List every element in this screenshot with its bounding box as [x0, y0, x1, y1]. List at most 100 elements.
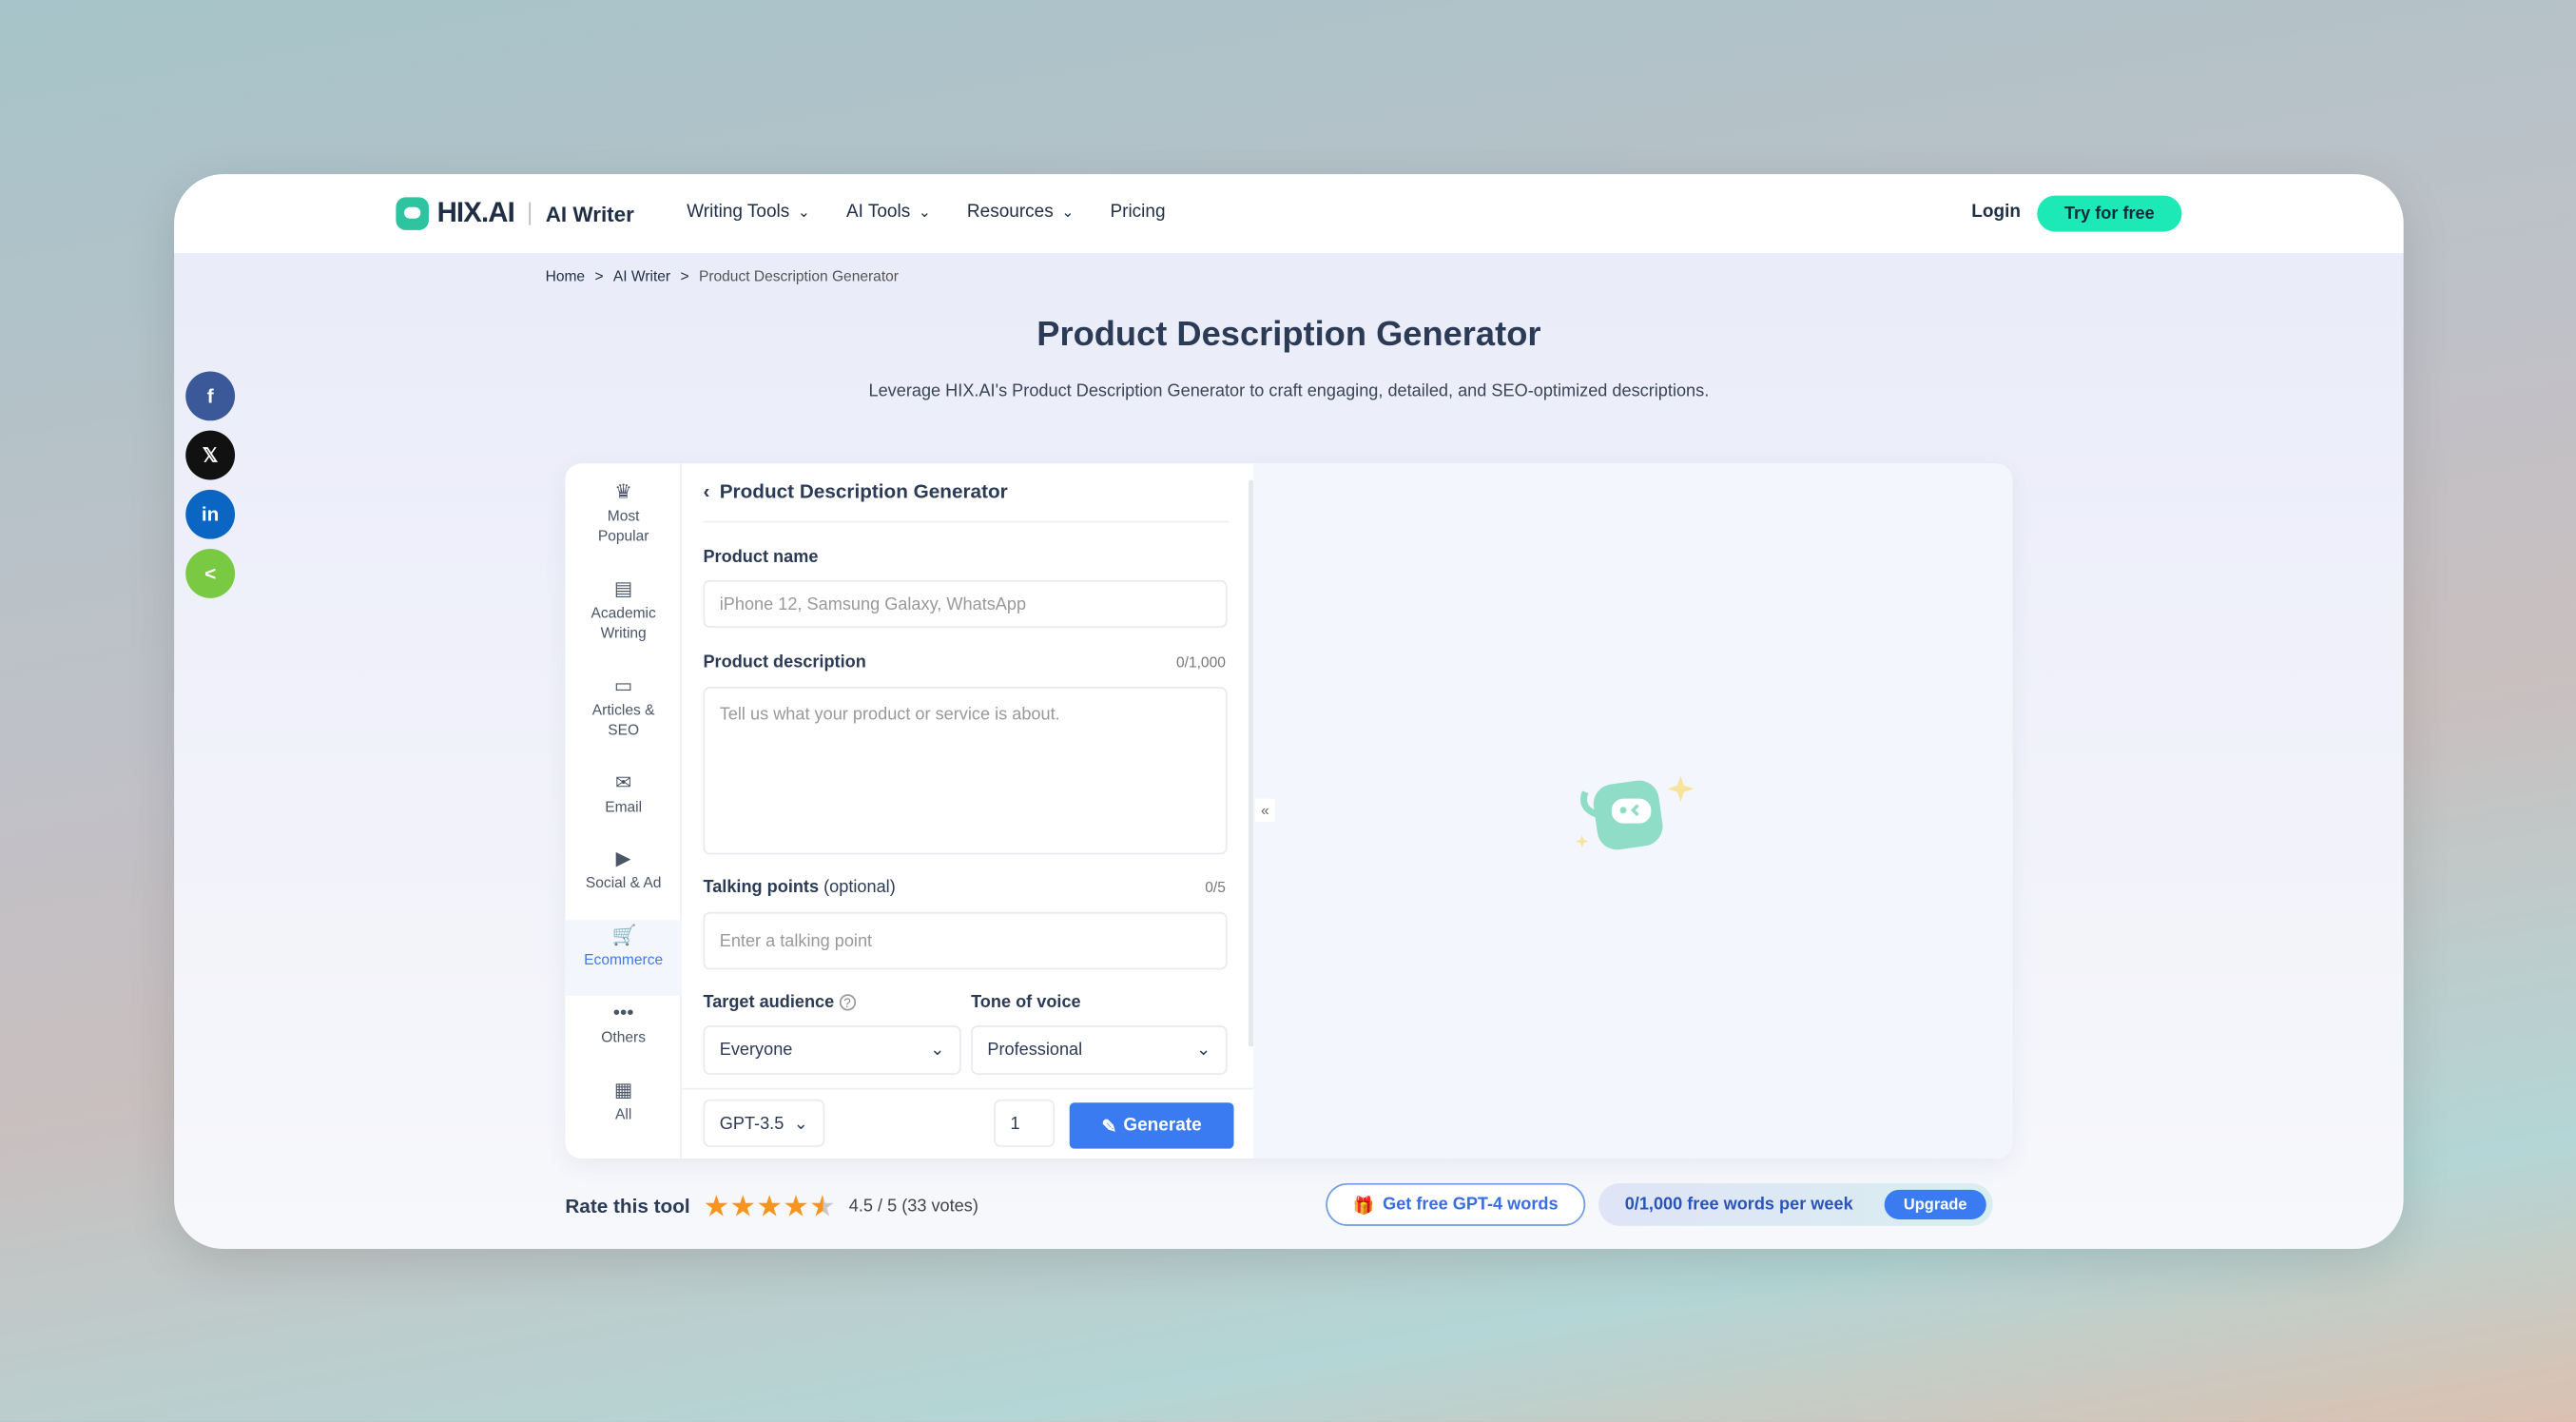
sidebar-item-label: Most Popular	[597, 507, 649, 544]
sidebar-item-ecommerce[interactable]: 🛒 Ecommerce	[565, 920, 682, 996]
star-icon[interactable]: ★	[729, 1190, 756, 1223]
rating-value: 4.5 / 5 (33 votes)	[848, 1196, 978, 1217]
help-icon[interactable]: ?	[839, 994, 856, 1011]
get-free-gpt4-button[interactable]: 🎁 Get free GPT-4 words	[1326, 1182, 1586, 1226]
product-name-input[interactable]: iPhone 12, Samsung Galaxy, WhatsApp	[703, 579, 1228, 628]
sidebar-item-social-ad[interactable]: ▶ Social & Ad	[565, 843, 682, 915]
nav-writing-tools[interactable]: Writing Tools ⌄	[687, 203, 810, 223]
share-icon: <	[204, 561, 217, 586]
collapse-panel-button[interactable]: «	[1254, 798, 1275, 822]
sidebar-item-all[interactable]: ▦ All	[565, 1075, 682, 1147]
facebook-share-button[interactable]: f	[185, 371, 236, 421]
logo[interactable]: HIX.AI AI Writer	[396, 197, 634, 230]
breadcrumb-separator: >	[594, 267, 604, 284]
linkedin-icon: in	[201, 502, 220, 526]
cart-icon: 🛒	[611, 923, 637, 947]
tone-select[interactable]: Professional ⌄	[971, 1025, 1228, 1075]
share-share-button[interactable]: <	[185, 549, 236, 598]
product-description-label: Product description	[703, 652, 866, 672]
form-header: ‹ Product Description Generator	[703, 479, 1230, 523]
model-select[interactable]: GPT-3.5 ⌄	[703, 1099, 825, 1147]
word-quota-text: 0/1,000 free words per week	[1624, 1195, 1853, 1215]
facebook-icon: f	[206, 384, 214, 408]
page-subtitle: Leverage HIX.AI's Product Description Ge…	[868, 380, 1710, 401]
sidebar-item-academic-writing[interactable]: ▤ Academic Writing	[565, 574, 682, 646]
product-description-textarea[interactable]: Tell us what your product or service is …	[703, 687, 1228, 855]
breadcrumb-ai-writer[interactable]: AI Writer	[613, 268, 670, 284]
product-name-label: Product name	[703, 547, 819, 568]
upgrade-button[interactable]: Upgrade	[1884, 1189, 1986, 1219]
sidebar-item-label: Social & Ad	[585, 874, 662, 891]
sidebar-item-articles-seo[interactable]: ▭ Articles & SEO	[565, 671, 682, 743]
sidebar-item-label: Others	[601, 1028, 646, 1045]
chevron-down-icon: ⌄	[793, 1113, 809, 1134]
magic-wand-icon: ✎	[1101, 1116, 1117, 1137]
word-quota: 0/1,000 free words per week Upgrade	[1598, 1182, 1993, 1226]
ellipsis-icon: •••	[612, 1001, 634, 1024]
chevron-down-icon: ⌄	[797, 204, 810, 221]
talking-point-input[interactable]: Enter a talking point	[703, 911, 1228, 970]
tone-label: Tone of voice	[971, 992, 1081, 1013]
gift-icon: 🎁	[1352, 1195, 1375, 1216]
logo-icon	[396, 197, 429, 230]
form-title: Product Description Generator	[719, 479, 1008, 503]
top-nav: HIX.AI AI Writer Writing Tools ⌄ AI Tools ⌄…	[174, 174, 2404, 254]
star-rating[interactable]: ★★★★★	[703, 1192, 835, 1221]
nav-pricing[interactable]: Pricing	[1110, 203, 1165, 223]
category-sidebar: ♛ Most Popular ▤ Academic Writing ▭ Articles …	[565, 463, 682, 1159]
sidebar-item-label: Ecommerce	[584, 951, 664, 968]
back-icon[interactable]: ‹	[703, 479, 709, 502]
product-name: AI Writer	[545, 201, 634, 226]
monitor-play-icon: ▶	[615, 846, 631, 869]
browser-icon: ▭	[613, 673, 633, 697]
login-link[interactable]: Login	[1971, 203, 2021, 223]
sidebar-item-label: Academic Writing	[591, 604, 656, 641]
rating-label: Rate this tool	[565, 1195, 690, 1218]
chevron-down-icon: ⌄	[918, 204, 931, 221]
page-title: Product Description Generator	[1036, 315, 1541, 354]
chevron-down-icon: ⌄	[1196, 1040, 1211, 1061]
x-share-button[interactable]: 𝕏	[185, 430, 236, 480]
talking-points-counter: 0/5	[1205, 879, 1226, 896]
star-icon[interactable]: ★	[703, 1190, 729, 1223]
breadcrumb-current: Product Description Generator	[698, 267, 899, 284]
divider	[529, 202, 532, 225]
generator-form: ‹ Product Description Generator Product n…	[681, 463, 1254, 1159]
sidebar-item-others[interactable]: ••• Others	[565, 998, 682, 1070]
tool-panel: ♛ Most Popular ▤ Academic Writing ▭ Articles …	[565, 463, 2013, 1159]
star-icon[interactable]: ★	[809, 1190, 836, 1223]
sidebar-item-label: Articles & SEO	[591, 701, 655, 738]
target-audience-select[interactable]: Everyone ⌄	[703, 1025, 961, 1075]
envelope-icon: ✉	[614, 770, 632, 794]
page-window: HIX.AI AI Writer Writing Tools ⌄ AI Tools ⌄…	[174, 174, 2404, 1250]
crown-icon: ♛	[614, 479, 632, 503]
form-footer: GPT-3.5 ⌄ 1 ✎ Generate	[681, 1087, 1254, 1159]
robot-mascot-icon	[1575, 775, 1695, 850]
generate-button[interactable]: ✎ Generate	[1069, 1102, 1234, 1149]
nav-resources[interactable]: Resources ⌄	[967, 203, 1075, 223]
newspaper-icon: ▤	[613, 576, 633, 600]
sidebar-item-email[interactable]: ✉ Email	[565, 768, 682, 840]
output-count-input[interactable]: 1	[994, 1099, 1056, 1147]
description-counter: 0/1,000	[1175, 653, 1226, 671]
x-icon: 𝕏	[202, 443, 219, 467]
breadcrumb: Home > AI Writer > Product Description Gen…	[546, 268, 899, 284]
talking-points-label: Talking points (optional)	[703, 877, 896, 898]
grid-icon: ▦	[613, 1078, 633, 1101]
sidebar-item-label: Email	[605, 798, 643, 815]
target-audience-label: Target audience ?	[703, 993, 856, 1012]
chevron-down-icon: ⌄	[930, 1040, 945, 1061]
linkedin-share-button[interactable]: in	[185, 489, 236, 539]
chevron-down-icon: ⌄	[1061, 204, 1075, 221]
star-icon[interactable]: ★	[756, 1190, 783, 1223]
star-icon[interactable]: ★	[783, 1190, 809, 1223]
try-for-free-button[interactable]: Try for free	[2037, 195, 2182, 232]
brand-name: HIX.AI	[436, 197, 515, 229]
nav-ai-tools[interactable]: AI Tools ⌄	[846, 203, 931, 223]
output-area	[1253, 463, 2013, 1159]
sidebar-item-most-popular[interactable]: ♛ Most Popular	[565, 477, 682, 549]
breadcrumb-separator: >	[680, 267, 689, 284]
sidebar-item-label: All	[614, 1105, 632, 1123]
breadcrumb-home[interactable]: Home	[546, 268, 585, 284]
rating-row: Rate this tool ★★★★★ 4.5 / 5 (33 votes)	[565, 1192, 978, 1221]
